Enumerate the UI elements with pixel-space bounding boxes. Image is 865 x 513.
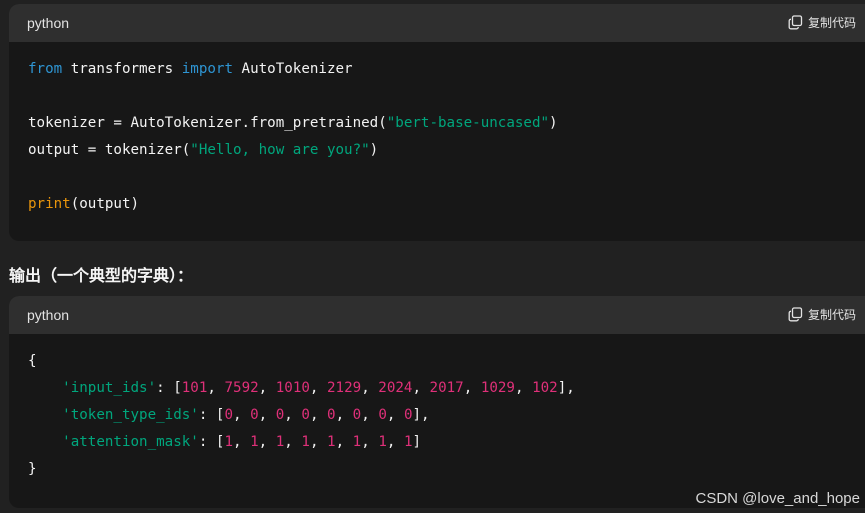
dict-value-number: 1 [275, 434, 285, 450]
output-assign: output = tokenizer( [28, 142, 191, 158]
class-name: AutoTokenizer [233, 61, 353, 77]
open-brace: { [28, 353, 37, 369]
code-line: tokenizer = AutoTokenizer.from_pretraine… [28, 110, 865, 137]
print-args: (output) [70, 196, 140, 212]
copy-code-label: 复制代码 [807, 308, 856, 322]
builtin-print: print [28, 196, 71, 212]
dict-key: 'input_ids' [62, 380, 157, 396]
code-body: { 'input_ids': [101, 7592, 1010, 2129, 2… [9, 334, 865, 483]
keyword-import: import [181, 61, 234, 77]
dict-value-number: 1 [301, 434, 310, 450]
close-brace: } [28, 461, 37, 477]
dict-value-number: 2017 [429, 380, 464, 396]
copy-code-button[interactable]: 复制代码 [788, 306, 856, 323]
keyword-from: from [28, 61, 63, 77]
code-header: python 复制代码 [9, 4, 865, 42]
dict-value-number: 0 [352, 407, 362, 423]
dict-value-number: 1 [224, 434, 234, 450]
code-line: output = tokenizer("Hello, how are you?"… [28, 137, 865, 164]
dict-value-number: 1 [403, 434, 413, 450]
watermark: CSDN @love_and_hope [695, 490, 861, 507]
code-line: { [28, 348, 865, 375]
code-language-label: python [27, 307, 70, 323]
dict-value-number: 0 [327, 407, 336, 423]
module-name: transformers [62, 61, 182, 77]
code-language-label: python [27, 15, 70, 31]
paren-close: ) [549, 115, 558, 131]
dict-value-number: 101 [181, 380, 208, 396]
code-line: } [28, 456, 865, 483]
code-block-output: python 复制代码 { 'input_ids': [101, 7592, 1… [9, 296, 865, 508]
copy-code-label: 复制代码 [807, 16, 856, 30]
tokenizer-assign: tokenizer = AutoTokenizer.from_pretraine… [28, 115, 387, 131]
dict-value-number: 0 [378, 407, 387, 423]
code-header: python 复制代码 [9, 296, 865, 334]
dict-value-number: 2129 [327, 380, 362, 396]
code-line: from transformers import AutoTokenizer [28, 56, 865, 83]
dict-value-number: 0 [301, 407, 310, 423]
copy-code-button[interactable]: 复制代码 [788, 14, 856, 31]
dict-key: 'token_type_ids' [62, 407, 199, 423]
dict-key: 'attention_mask' [62, 434, 199, 450]
model-name-string: "bert-base-uncased" [386, 115, 550, 131]
dict-value-number: 102 [532, 380, 558, 396]
dict-value-number: 1010 [275, 380, 310, 396]
dict-value-number: 0 [275, 407, 285, 423]
dict-value-number: 1029 [480, 380, 515, 396]
dict-value-number: 0 [403, 407, 413, 423]
dict-value-number: 7592 [224, 380, 259, 396]
code-line: print(output) [28, 191, 865, 218]
output-heading: 输出（一个典型的字典）： [9, 266, 194, 285]
dict-value-number: 1 [327, 434, 336, 450]
paren-close: ) [369, 142, 379, 158]
dict-value-number: 1 [250, 434, 259, 450]
dict-value-number: 1 [352, 434, 362, 450]
dict-value-number: 0 [250, 407, 259, 423]
dict-value-number: 2024 [378, 380, 413, 396]
code-block-source: python 复制代码 from transformers import Aut… [9, 4, 865, 241]
dict-entry-line: 'token_type_ids': [0, 0, 0, 0, 0, 0, 0, … [62, 407, 430, 423]
input-text-string: "Hello, how are you?" [190, 142, 370, 158]
dict-entry-line: 'attention_mask': [1, 1, 1, 1, 1, 1, 1, … [62, 434, 422, 450]
code-body: from transformers import AutoTokenizer to… [9, 42, 865, 218]
copy-icon [788, 15, 803, 30]
dict-entry-line: 'input_ids': [101, 7592, 1010, 2129, 202… [62, 380, 575, 396]
dict-value-number: 1 [378, 434, 387, 450]
dict-value-number: 0 [224, 407, 234, 423]
copy-icon [788, 307, 803, 322]
